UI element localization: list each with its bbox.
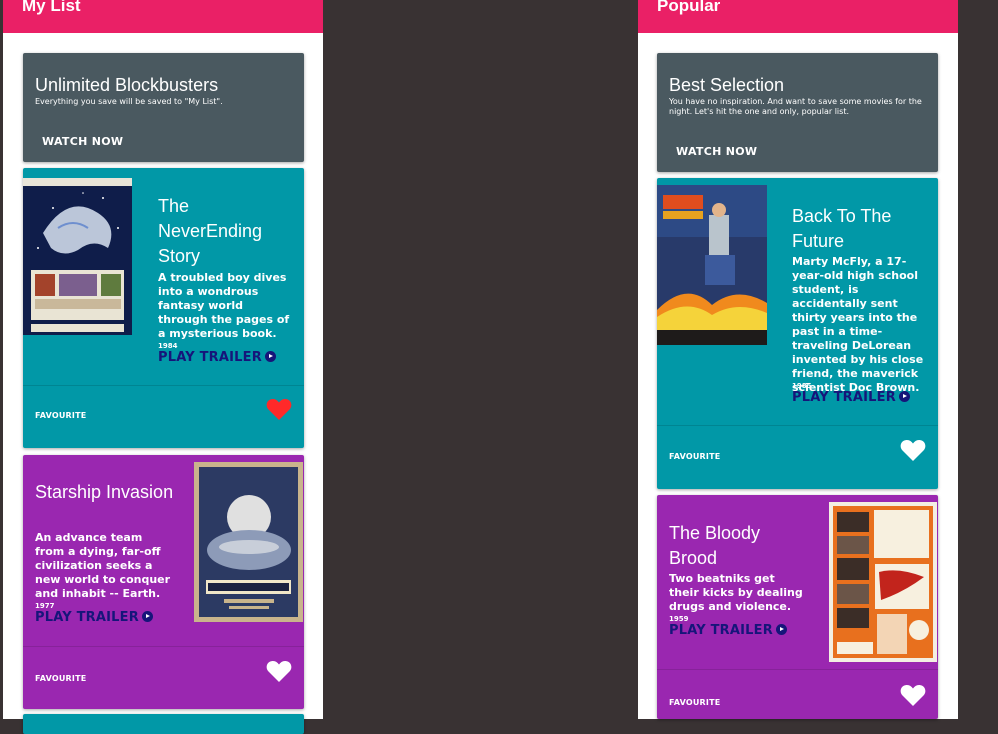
promo-title: Best Selection [669, 75, 785, 95]
movie-card-next [23, 714, 304, 734]
favourite-label[interactable]: FAVOURITE [35, 674, 86, 683]
my-list-header: My List [3, 0, 323, 33]
card-divider [23, 646, 304, 647]
promo-card-unlimited-blockbusters: Unlimited Blockbusters Everything you sa… [23, 53, 304, 162]
neverending-story-poster[interactable] [23, 178, 132, 335]
heart-outline-icon[interactable] [900, 439, 926, 466]
movie-title: The Bloody Brood [669, 523, 761, 568]
movie-year: 1984 [158, 342, 178, 350]
movie-description: Two beatniks get their kicks by dealing … [669, 572, 803, 613]
my-list-title: My List [22, 0, 81, 15]
play-circle-icon [264, 351, 276, 362]
popular-header: Popular [638, 0, 958, 33]
my-list-panel: My List Unlimited Blockbusters Everythin… [3, 0, 323, 734]
popular-panel: Popular Best Selection You have no inspi… [638, 0, 958, 719]
card-divider [657, 669, 938, 670]
promo-description: Everything you save will be saved to "My… [35, 97, 223, 106]
play-trailer-label: PLAY TRAILER [35, 610, 139, 625]
play-trailer-link[interactable]: PLAY TRAILER [35, 610, 153, 625]
movie-card-the-bloody-brood: The Bloody Brood Two beatniks get their … [657, 495, 938, 719]
movie-title: Back To The Future [792, 206, 892, 251]
movie-description: An advance team from a dying, far-off ci… [35, 531, 171, 600]
heart-outline-icon[interactable] [266, 660, 292, 687]
background-strip [958, 0, 998, 719]
play-circle-icon [141, 611, 153, 622]
movie-card-starship-invasion: Starship Invasion An advance team from a… [23, 455, 304, 709]
play-trailer-label: PLAY TRAILER [669, 623, 773, 638]
movie-card-neverending-story: The NeverEnding Story A troubled boy div… [23, 168, 304, 448]
heart-icon[interactable] [266, 398, 292, 425]
play-circle-icon [898, 391, 910, 402]
movie-year: 1959 [669, 615, 689, 623]
popular-title: Popular [657, 0, 721, 15]
movie-description: Marty McFly, a 17-year-old high school s… [792, 255, 924, 394]
promo-title: Unlimited Blockbusters [35, 75, 219, 95]
play-trailer-label: PLAY TRAILER [158, 350, 262, 365]
favourite-label[interactable]: FAVOURITE [35, 411, 86, 420]
play-trailer-link[interactable]: PLAY TRAILER [669, 623, 787, 638]
watch-now-button[interactable]: WATCH NOW [676, 145, 757, 158]
movie-year: 1985 [792, 382, 812, 390]
favourite-label[interactable]: FAVOURITE [669, 698, 720, 707]
card-divider [23, 385, 304, 386]
heart-outline-icon[interactable] [900, 684, 926, 711]
movie-year: 1977 [35, 602, 55, 610]
movie-card-back-to-the-future: Back To The Future Marty McFly, a 17-yea… [657, 178, 938, 489]
promo-description: You have no inspiration. And want to sav… [669, 97, 922, 116]
movie-title: Starship Invasion [35, 482, 174, 502]
play-trailer-link[interactable]: PLAY TRAILER [158, 350, 276, 365]
card-divider [657, 425, 938, 426]
starship-invasions-poster[interactable] [194, 462, 303, 622]
favourite-label[interactable]: FAVOURITE [669, 452, 720, 461]
movie-description: A troubled boy dives into a wondrous fan… [158, 271, 290, 340]
back-to-the-future-poster[interactable] [657, 185, 767, 345]
promo-card-best-selection: Best Selection You have no inspiration. … [657, 53, 938, 172]
watch-now-button[interactable]: WATCH NOW [42, 135, 123, 148]
play-trailer-link[interactable]: PLAY TRAILER [792, 390, 910, 405]
movie-title: The NeverEnding Story [158, 196, 263, 266]
bloody-brood-poster[interactable] [829, 502, 937, 662]
play-circle-icon [775, 624, 787, 635]
play-trailer-label: PLAY TRAILER [792, 390, 896, 405]
